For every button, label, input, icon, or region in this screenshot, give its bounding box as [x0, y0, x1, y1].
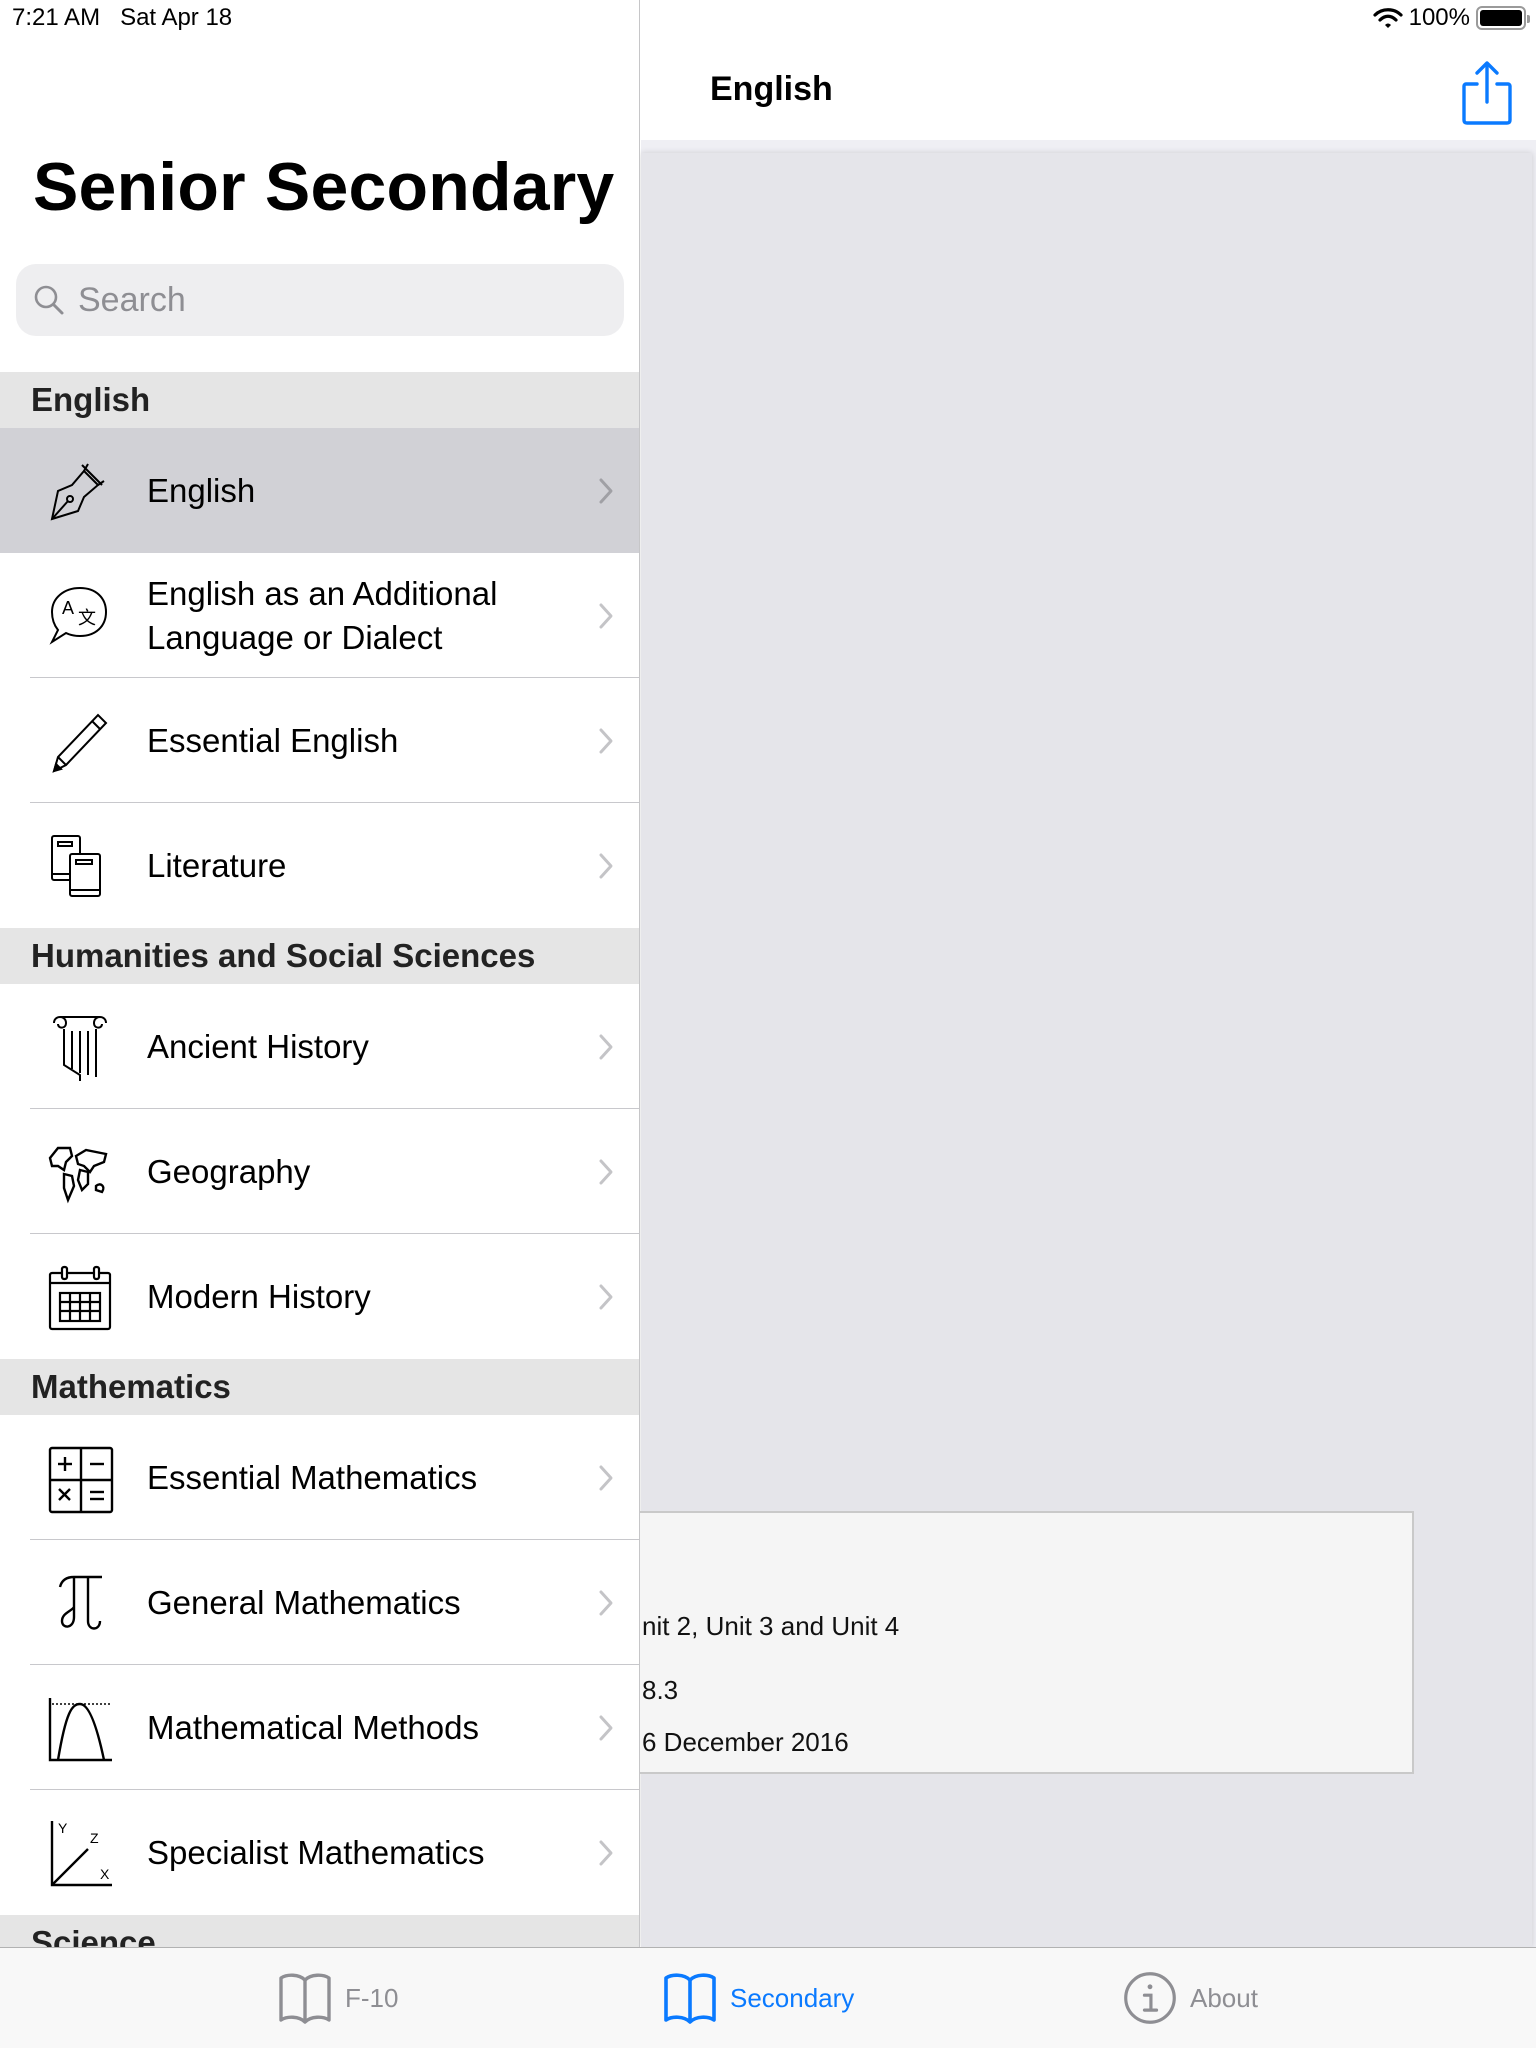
chevron-right-icon [599, 1590, 613, 1615]
list-item-label: Literature [147, 846, 287, 884]
tab-label: About [1190, 1982, 1258, 2013]
share-icon[interactable] [1460, 60, 1514, 126]
search-input[interactable] [78, 280, 598, 320]
pi-icon [40, 1563, 120, 1643]
document-info-card: nit 2, Unit 3 and Unit 4 8.3 6 December … [628, 1511, 1414, 1774]
wifi-icon [1373, 8, 1403, 28]
svg-text:Y: Y [58, 1820, 68, 1836]
list-item-modern-history[interactable]: Modern History [0, 1234, 639, 1359]
svg-text:X: X [100, 1866, 110, 1882]
svg-text:A: A [62, 598, 74, 618]
status-bar-time: 7:21 AM Sat Apr 18 [12, 4, 232, 32]
section-header-mathematics: Mathematics [0, 1359, 639, 1415]
book-icon [279, 1973, 331, 2024]
section-header-humanities: Humanities and Social Sciences [0, 928, 639, 984]
list-item-essential-english[interactable]: Essential English [0, 678, 639, 803]
list-item-specialist-mathematics[interactable]: Y Z X Specialist Mathematics [0, 1790, 639, 1915]
detail-title: English [710, 70, 833, 108]
list-item-label: Specialist Mathematics [147, 1833, 485, 1871]
subject-list: English English A文 English as an Additio… [0, 372, 639, 1947]
chevron-right-icon [599, 1715, 613, 1740]
pencil-icon [40, 701, 120, 781]
chevron-right-icon [599, 1465, 613, 1490]
list-item-eald[interactable]: A文 English as an Additional Language or … [0, 553, 639, 678]
tab-f-10[interactable]: F-10 [275, 1970, 398, 2026]
books-icon [40, 826, 120, 906]
translate-bubble-icon: A文 [40, 576, 120, 656]
book-icon [664, 1973, 716, 2024]
status-date: Sat Apr 18 [120, 4, 233, 31]
tab-about[interactable]: About [1120, 1970, 1258, 2026]
list-item-english[interactable]: English [0, 428, 639, 553]
calculator-operators-icon [40, 1438, 120, 1518]
svg-text:文: 文 [78, 608, 96, 629]
chevron-right-icon [599, 478, 613, 503]
info-line-date: 6 December 2016 [642, 1727, 849, 1757]
info-circle-icon [1124, 1972, 1176, 2024]
tab-label: Secondary [730, 1982, 855, 2013]
chevron-right-icon [599, 1284, 613, 1309]
status-time: 7:21 AM [12, 4, 101, 31]
info-line-units: nit 2, Unit 3 and Unit 4 [642, 1611, 900, 1641]
list-item-label: Essential Mathematics [147, 1458, 478, 1496]
list-item-label: Ancient History [147, 1027, 369, 1065]
chevron-right-icon [599, 728, 613, 753]
chevron-right-icon [599, 853, 613, 878]
list-item-label: Geography [147, 1152, 311, 1190]
section-header-science: Science [0, 1915, 639, 1947]
list-item-label: General Mathematics [147, 1583, 461, 1621]
battery-icon [1476, 6, 1530, 30]
status-bar-indicators: 100% [1373, 4, 1530, 32]
list-item-general-mathematics[interactable]: General Mathematics [0, 1540, 639, 1665]
chevron-right-icon [599, 1034, 613, 1059]
tab-secondary[interactable]: Secondary [660, 1970, 854, 2026]
list-item-label: English as an Additional Language or Dia… [147, 574, 498, 656]
list-item-literature[interactable]: Literature [0, 803, 639, 928]
calendar-icon [40, 1257, 120, 1337]
chevron-right-icon [599, 603, 613, 628]
tab-label: F-10 [345, 1982, 399, 2013]
section-header-english: English [0, 372, 639, 428]
tab-bar: F-10 Secondary About [0, 1947, 1536, 2048]
info-line-version: 8.3 [642, 1675, 679, 1705]
list-item-label: Modern History [147, 1277, 371, 1315]
search-icon [34, 285, 64, 315]
parabola-graph-icon [40, 1688, 120, 1768]
chevron-right-icon [599, 1159, 613, 1184]
svg-text:Z: Z [90, 1830, 99, 1846]
sidebar: 7:21 AM Sat Apr 18 Senior Secondary Engl… [0, 0, 640, 1947]
list-item-mathematical-methods[interactable]: Mathematical Methods [0, 1665, 639, 1790]
battery-percent: 100% [1408, 4, 1470, 31]
world-map-icon [40, 1132, 120, 1212]
list-item-geography[interactable]: Geography [0, 1109, 639, 1234]
xyz-axes-icon: Y Z X [40, 1813, 120, 1893]
list-item-label: Mathematical Methods [147, 1708, 479, 1746]
ionic-column-icon [40, 1007, 120, 1087]
chevron-right-icon [599, 1840, 613, 1865]
list-item-essential-mathematics[interactable]: Essential Mathematics [0, 1415, 639, 1540]
list-item-label: Essential English [147, 721, 399, 759]
page-title: Senior Secondary [33, 149, 615, 225]
detail-navigation-bar: 100% English [641, 0, 1536, 140]
list-item-ancient-history[interactable]: Ancient History [0, 984, 639, 1109]
fountain-pen-icon [40, 451, 120, 531]
search-field[interactable] [16, 264, 624, 336]
list-item-label: English [147, 471, 256, 509]
